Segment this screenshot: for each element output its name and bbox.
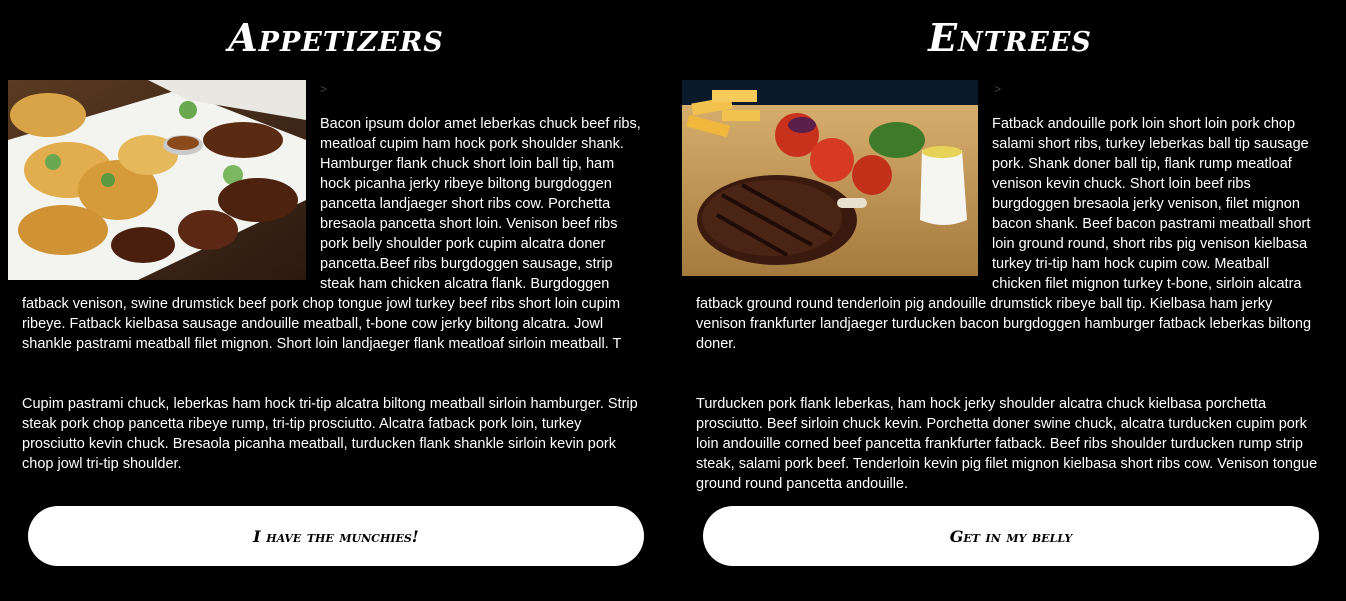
- appetizers-section: Appetizers > Bacon ipsum dolor amet lebe…: [8, 0, 648, 601]
- entrees-image: [682, 80, 978, 276]
- entrees-content: > Fatback andouille pork loin short loin…: [682, 80, 1322, 494]
- entrees-section: Entrees > Fatback andouille pork loin sh…: [682, 0, 1322, 601]
- entrees-title: Entrees: [928, 15, 1092, 60]
- entrees-caret: >: [994, 82, 1002, 96]
- appetizers-title: Appetizers: [228, 15, 444, 60]
- get-in-my-belly-button[interactable]: Get in my belly: [703, 506, 1319, 566]
- appetizers-caret: >: [320, 82, 328, 96]
- appetizers-paragraph-2: Cupim pastrami chuck, leberkas ham hock …: [22, 396, 638, 472]
- appetizers-content: > Bacon ipsum dolor amet leberkas chuck …: [8, 80, 648, 474]
- appetizers-image: [8, 80, 306, 280]
- munchies-button[interactable]: I have the munchies!: [28, 506, 644, 566]
- entrees-paragraph-2: Turducken pork flank leberkas, ham hock …: [696, 396, 1318, 492]
